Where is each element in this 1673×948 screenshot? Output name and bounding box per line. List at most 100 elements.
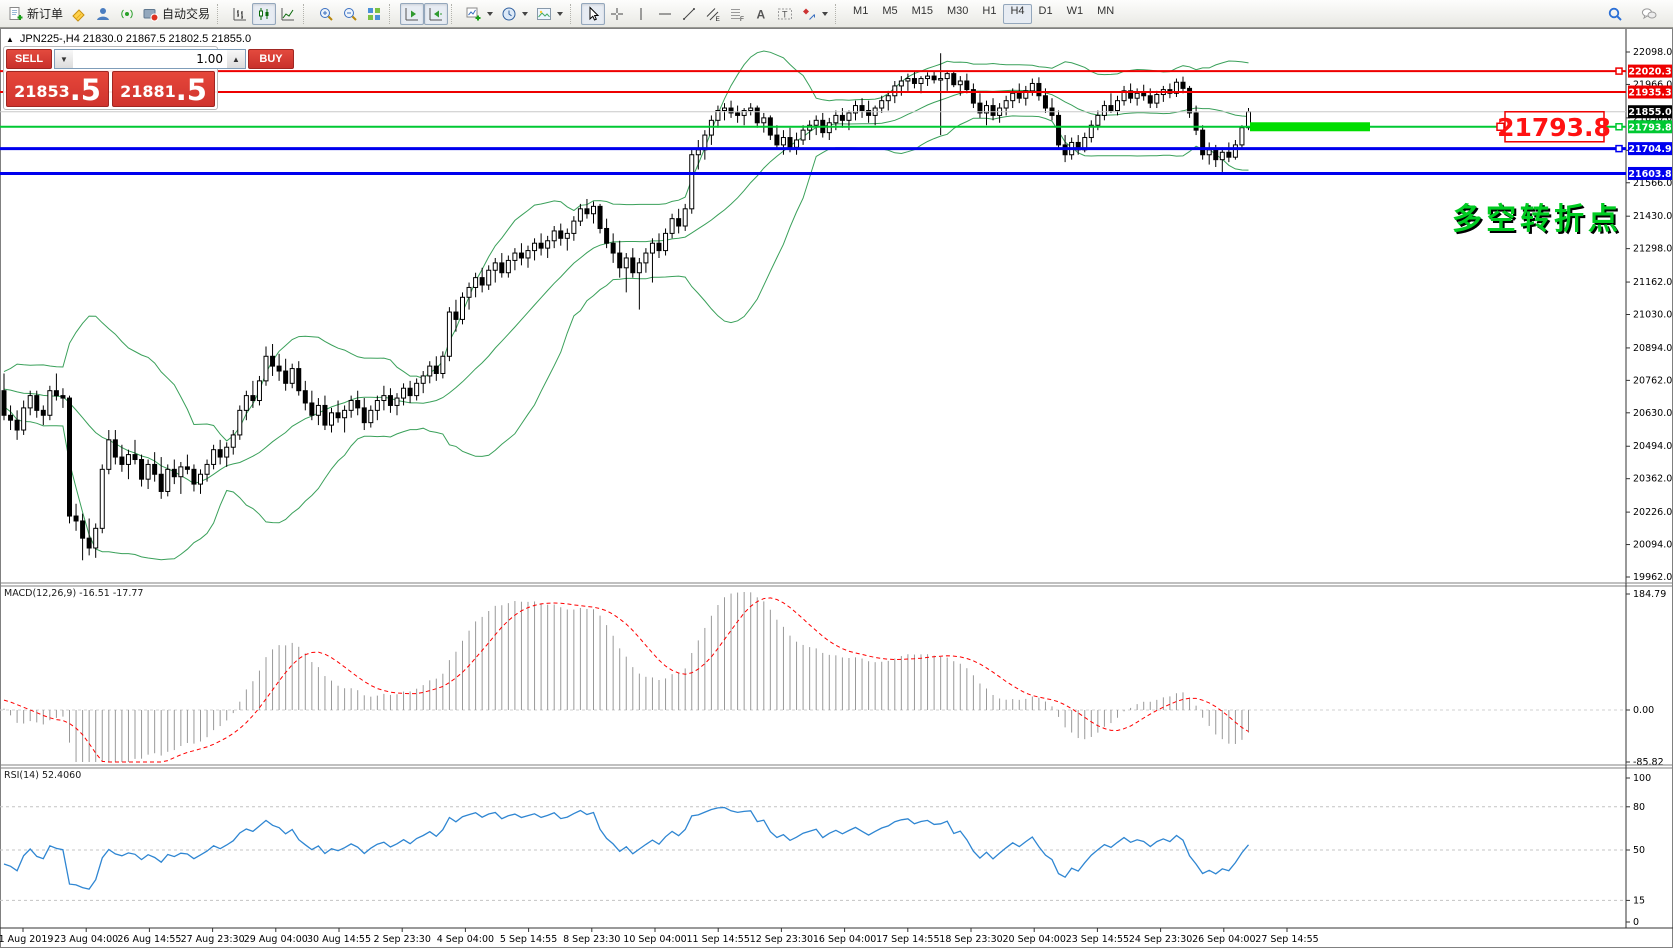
toolbar-periods-button[interactable] (497, 3, 532, 25)
toolbar-chart-shift-button[interactable] (400, 3, 424, 25)
volume-increase-button[interactable]: ▲ (227, 50, 245, 68)
toolbar-auto-scroll-button[interactable] (424, 3, 448, 25)
toolbar-bar-chart-button[interactable] (228, 3, 252, 25)
toolbar-templates-button[interactable] (532, 3, 567, 25)
toolbar-channel-button[interactable]: E (701, 3, 725, 25)
chart-shift-icon (404, 6, 420, 22)
toolbar-cursor-button[interactable] (581, 3, 605, 25)
sell-price-button[interactable]: 21853.5 (6, 71, 109, 107)
svg-text:F: F (740, 16, 744, 22)
zoom-in-icon (318, 6, 334, 22)
toolbar-zoom-out-button[interactable] (338, 3, 362, 25)
toolbar-text-label-button[interactable]: T (773, 3, 797, 25)
svg-text:15: 15 (1633, 895, 1645, 906)
tile-windows-icon (366, 6, 382, 22)
svg-text:21298.0: 21298.0 (1633, 244, 1672, 255)
timeframe-mn-button[interactable]: MN (1090, 4, 1121, 24)
svg-text:21603.8: 21603.8 (1628, 169, 1672, 180)
timeframe-m5-button[interactable]: M5 (875, 4, 904, 24)
volume-input[interactable] (73, 50, 227, 68)
svg-text:8 Sep 23:30: 8 Sep 23:30 (563, 934, 620, 945)
svg-text:20226.0: 20226.0 (1633, 507, 1672, 518)
collapse-icon[interactable]: ▲ (6, 35, 14, 44)
chevron-down-icon (487, 12, 493, 16)
toolbar-chat-button[interactable] (1637, 3, 1661, 25)
chevron-down-icon (522, 12, 528, 16)
toolbar-trendline-button[interactable] (677, 3, 701, 25)
timeframe-m1-button[interactable]: M1 (846, 4, 875, 24)
new-order-icon (8, 6, 24, 22)
buy-price-button[interactable]: 21881.5 (112, 71, 215, 107)
toolbar-signals-button[interactable] (115, 3, 139, 25)
toolbar-new-order-button[interactable]: 新订单 (4, 3, 67, 25)
price-callout: 21793.8 (1497, 112, 1611, 142)
svg-text:16 Sep 04:00: 16 Sep 04:00 (813, 934, 876, 945)
toolbar-zoom-in-button[interactable] (314, 3, 338, 25)
toolbar-fibonacci-button[interactable]: F (725, 3, 749, 25)
svg-text:21430.0: 21430.0 (1633, 211, 1672, 222)
svg-text:4 Sep 04:00: 4 Sep 04:00 (437, 934, 494, 945)
volume-stepper: ▼ ▲ (54, 49, 246, 69)
line-chart-icon (280, 6, 296, 22)
volume-decrease-button[interactable]: ▼ (55, 50, 73, 68)
trendline-icon (681, 6, 697, 22)
search-icon (1607, 6, 1623, 22)
chevron-down-icon (822, 12, 828, 16)
timeframe-m30-button[interactable]: M30 (940, 4, 975, 24)
svg-text:80: 80 (1633, 802, 1645, 813)
svg-text:E: E (716, 16, 721, 22)
svg-text:27 Aug 23:30: 27 Aug 23:30 (181, 934, 245, 945)
svg-text:20630.0: 20630.0 (1633, 408, 1672, 419)
symbol-header: ▲ JPN225-,H4 21830.0 21867.5 21802.5 218… (6, 33, 251, 45)
toolbar-search-button[interactable] (1603, 3, 1627, 25)
text-icon: A (753, 6, 769, 22)
toolbar-separator (451, 4, 458, 24)
timeframe-m15-button[interactable]: M15 (905, 4, 940, 24)
svg-text:23 Sep 14:55: 23 Sep 14:55 (1066, 934, 1129, 945)
toolbar-candlestick-button[interactable] (252, 3, 276, 25)
toolbar-line-chart-button[interactable] (276, 3, 300, 25)
svg-text:22098.0: 22098.0 (1633, 47, 1672, 58)
new-chart-icon (466, 6, 482, 22)
sell-button[interactable]: SELL (6, 49, 52, 69)
svg-text:21162.0: 21162.0 (1633, 277, 1672, 288)
svg-text:21855.0: 21855.0 (1628, 107, 1672, 118)
svg-text:多空转折点: 多空转折点 (1452, 202, 1622, 237)
toolbar-arrows-button[interactable] (797, 3, 832, 25)
svg-text:20094.0: 20094.0 (1633, 540, 1672, 551)
sell-price-fraction: .5 (70, 75, 101, 105)
toolbar-profile-button[interactable] (91, 3, 115, 25)
toolbar-separator (835, 4, 842, 24)
timeframe-d1-button[interactable]: D1 (1032, 4, 1060, 24)
chart-annotation: 多空转折点多空转折点 (1452, 202, 1624, 239)
toolbar-layouts-button[interactable] (67, 3, 91, 25)
svg-text:2 Sep 23:30: 2 Sep 23:30 (374, 934, 431, 945)
svg-text:RSI(14) 52.4060: RSI(14) 52.4060 (4, 770, 81, 781)
toolbar-text-button[interactable]: A (749, 3, 773, 25)
svg-text:A: A (757, 7, 766, 21)
toolbar-crosshair-button[interactable] (605, 3, 629, 25)
one-click-trading-panel: SELL ▼ ▲ BUY 21853.5 21881.5 (3, 46, 218, 110)
vertical-line-icon (633, 6, 649, 22)
timeframe-h1-button[interactable]: H1 (975, 4, 1003, 24)
timeframe-h4-button[interactable]: H4 (1003, 4, 1031, 24)
svg-text:27 Sep 14:55: 27 Sep 14:55 (1255, 934, 1318, 945)
bar-chart-icon (232, 6, 248, 22)
svg-text:0.00: 0.00 (1633, 705, 1654, 716)
toolbar-vertical-line-button[interactable] (629, 3, 653, 25)
svg-text:50: 50 (1633, 845, 1645, 856)
timeframe-w1-button[interactable]: W1 (1060, 4, 1091, 24)
svg-text:20362.0: 20362.0 (1633, 474, 1672, 485)
cursor-icon (585, 6, 601, 22)
buy-button[interactable]: BUY (248, 49, 294, 69)
chart-canvas[interactable]: 22098.021966.021830.021698.021566.021430… (0, 28, 1673, 948)
svg-text:18 Sep 23:30: 18 Sep 23:30 (939, 934, 1002, 945)
toolbar-tile-windows-button[interactable] (362, 3, 386, 25)
toolbar-horizontal-line-button[interactable] (653, 3, 677, 25)
layouts-icon (71, 6, 87, 22)
toolbar-new-chart-button[interactable] (462, 3, 497, 25)
candlestick-icon (256, 6, 272, 22)
highlight-zone (1250, 122, 1370, 131)
toolbar-autotrading-button[interactable]: 自动交易 (139, 3, 214, 25)
svg-text:26 Sep 04:00: 26 Sep 04:00 (1192, 934, 1255, 945)
